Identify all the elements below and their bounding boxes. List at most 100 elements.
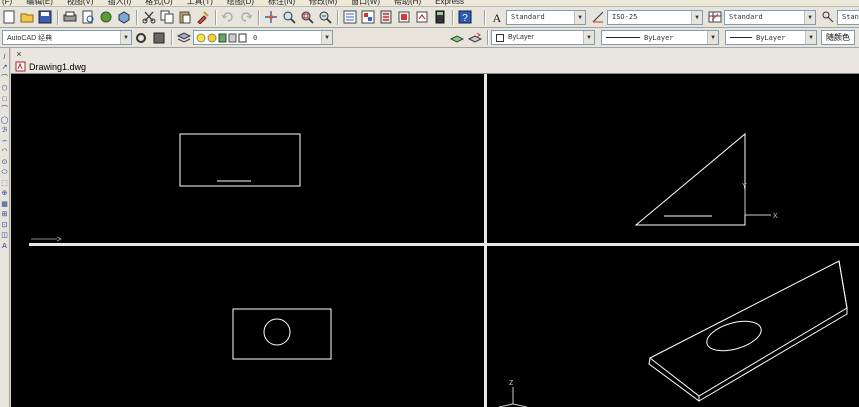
draw-tool-icon[interactable]: A (0, 241, 9, 252)
draw-tool-icon[interactable]: ◯ (0, 115, 9, 126)
chevron-down-icon: ▼ (804, 10, 815, 24)
text-style-select[interactable]: Standard ▼ (506, 9, 586, 25)
chevron-down-icon: ▼ (583, 31, 594, 44)
menu-item[interactable]: 标注(N) (268, 0, 295, 6)
draw-tool-icon[interactable]: ⌒ (0, 73, 9, 84)
separator (337, 9, 338, 25)
draw-tool-icon[interactable]: ▦ (0, 199, 9, 210)
menu-item[interactable]: 编辑(E) (26, 0, 53, 6)
plot-icon[interactable] (62, 9, 78, 25)
multileader-style-icon[interactable] (820, 9, 836, 25)
viewport-divider-vertical[interactable] (484, 74, 487, 407)
side-view-triangle (634, 132, 746, 226)
viewport-divider-horizontal[interactable] (29, 243, 859, 246)
svg-text:?: ? (462, 13, 468, 24)
pan-icon[interactable] (263, 9, 279, 25)
zoom-previous-icon[interactable] (317, 9, 333, 25)
layer-manager-icon[interactable] (176, 30, 192, 46)
chevron-down-icon: ▼ (707, 31, 718, 44)
menu-item[interactable]: 窗口(W) (351, 0, 380, 6)
help-icon[interactable]: ? (457, 9, 473, 25)
menu-item[interactable]: 视图(V) (67, 0, 94, 6)
match-properties-icon[interactable] (195, 9, 211, 25)
menu-item[interactable]: Express (435, 0, 464, 6)
multileader-style-select[interactable]: Stan (837, 9, 859, 25)
make-current-layer-icon[interactable] (449, 30, 465, 46)
front-view-rectangle (179, 133, 301, 187)
properties-icon[interactable] (342, 9, 358, 25)
document-title: Drawing1.dwg (15, 59, 86, 74)
layers-properties-toolbar: AutoCAD 经典 ▼ 0 ▼ ByLayer ▼ ByLayer ▼ ByLaye… (0, 28, 859, 48)
chevron-down-icon: ▼ (691, 10, 702, 24)
isometric-wedge (648, 260, 848, 402)
viewport-isometric[interactable]: Z (487, 246, 859, 407)
calculator-icon[interactable] (432, 9, 448, 25)
workspace-settings-icon[interactable] (133, 30, 149, 46)
dim-style-icon[interactable] (590, 9, 606, 25)
lineweight-select[interactable]: ByLayer ▼ (725, 30, 817, 45)
markup-icon[interactable] (414, 9, 430, 25)
color-select[interactable]: ByLayer ▼ (491, 30, 595, 45)
drawing-area[interactable]: X Y Z (29, 74, 859, 407)
menu-item[interactable]: (F) (2, 0, 12, 6)
viewport-top[interactable] (29, 246, 484, 407)
close-icon[interactable]: × (14, 49, 24, 59)
table-style-icon[interactable] (707, 9, 723, 25)
undo-icon[interactable] (220, 9, 236, 25)
publish-icon[interactable] (98, 9, 114, 25)
draw-tool-icon[interactable]: ⊕ (0, 189, 9, 200)
draw-tool-icon[interactable]: ⬭ (0, 168, 9, 179)
draw-tool-icon[interactable]: ⊙ (0, 157, 9, 168)
3d-icon[interactable] (116, 9, 132, 25)
workspace-select[interactable]: AutoCAD 经典 ▼ (2, 30, 132, 45)
separator (452, 9, 453, 25)
text-style-icon[interactable]: A (489, 9, 505, 25)
new-icon[interactable] (1, 9, 17, 25)
separator (215, 9, 216, 25)
dim-style-select[interactable]: ISO-25 ▼ (607, 9, 703, 25)
copy-icon[interactable] (159, 9, 175, 25)
draw-tool-icon[interactable]: ⬚ (0, 178, 9, 189)
draw-tool-icon[interactable]: ⊞ (0, 210, 9, 221)
sheet-set-icon[interactable] (396, 9, 412, 25)
chevron-down-icon: ▼ (805, 31, 816, 44)
draw-tool-icon[interactable]: ⌒ (0, 105, 9, 116)
tool-palettes-icon[interactable] (378, 9, 394, 25)
separator (487, 30, 488, 45)
redo-icon[interactable] (238, 9, 254, 25)
draw-tool-icon[interactable]: ℬ (0, 126, 9, 137)
cut-icon[interactable] (141, 9, 157, 25)
viewport-side[interactable]: X Y (487, 74, 859, 243)
draw-tool-icon[interactable]: □ (0, 94, 9, 105)
design-center-icon[interactable] (360, 9, 376, 25)
draw-tool-icon[interactable]: ◠ (0, 147, 9, 158)
separator (258, 9, 259, 25)
paste-icon[interactable] (177, 9, 193, 25)
save-icon[interactable] (37, 9, 53, 25)
open-icon[interactable] (19, 9, 35, 25)
menu-item[interactable]: 修改(M) (309, 0, 337, 6)
menu-item[interactable]: 格式(O) (145, 0, 173, 6)
zoom-window-icon[interactable] (299, 9, 315, 25)
menu-item[interactable]: 工具(T) (187, 0, 213, 6)
menu-item[interactable]: 帮助(H) (394, 0, 421, 6)
chevron-down-icon: ▼ (321, 31, 332, 44)
layer-previous-icon[interactable] (467, 30, 483, 46)
preview-icon[interactable] (80, 9, 96, 25)
zoom-realtime-icon[interactable] (281, 9, 297, 25)
linetype-select[interactable]: ByLayer ▼ (601, 30, 719, 45)
draw-tool-icon[interactable]: ⬡ (0, 84, 9, 95)
table-style-select[interactable]: Standard ▼ (724, 9, 816, 25)
viewport-front[interactable] (29, 74, 484, 243)
draw-tool-icon[interactable]: ⊡ (0, 220, 9, 231)
draw-tool-icon[interactable]: / (0, 52, 9, 63)
draw-tool-icon[interactable]: ↗ (0, 63, 9, 74)
drawing-file-icon (15, 61, 26, 72)
menu-item[interactable]: 绘图(D) (227, 0, 254, 6)
plot-style-select[interactable]: 随颜色 (821, 30, 855, 45)
menu-item[interactable]: 插入(I) (108, 0, 132, 6)
workspace-save-icon[interactable] (151, 30, 167, 46)
draw-tool-icon[interactable]: ∽ (0, 136, 9, 147)
draw-tool-icon[interactable]: ◫ (0, 231, 9, 242)
layer-select[interactable]: 0 ▼ (193, 30, 333, 45)
